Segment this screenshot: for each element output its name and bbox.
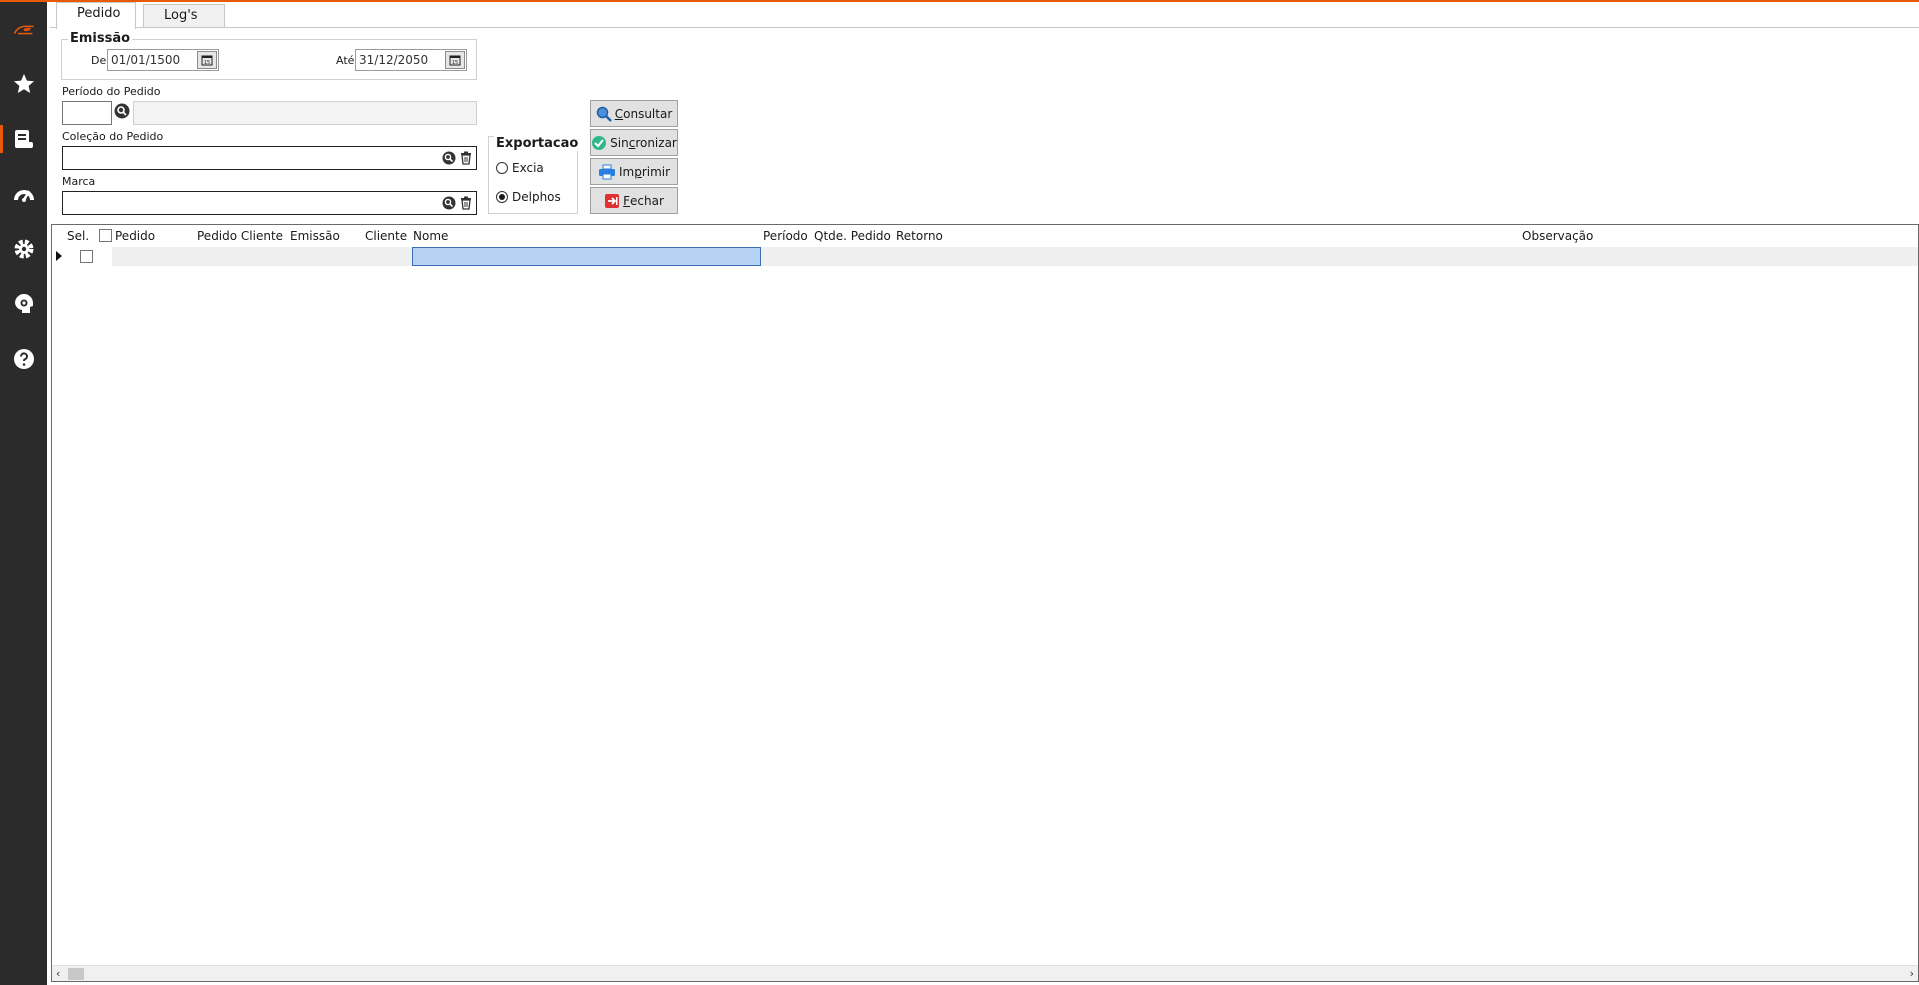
- scroll-thumb[interactable]: [68, 968, 84, 980]
- emissao-title: Emissão: [68, 31, 133, 46]
- tab-bar: Pedido Log's: [50, 2, 1919, 29]
- col-header-nome[interactable]: Nome: [413, 229, 448, 243]
- radio-delphos-indicator[interactable]: [496, 191, 508, 203]
- search-icon[interactable]: [114, 103, 130, 119]
- table-row[interactable]: [112, 247, 1918, 266]
- consultar-mnemonic: C: [614, 106, 624, 121]
- trash-icon[interactable]: [459, 196, 473, 210]
- svg-text:15: 15: [204, 60, 210, 66]
- row-indicator-icon: [56, 251, 62, 261]
- radio-excia-indicator[interactable]: [496, 162, 508, 174]
- de-date-value: 01/01/1500: [111, 53, 181, 67]
- fechar-label: echar: [630, 193, 664, 208]
- exportacao-title: Exportacao: [494, 136, 581, 151]
- col-header-sel[interactable]: Sel.: [67, 229, 89, 243]
- col-header-periodo[interactable]: Período: [763, 229, 808, 243]
- logo-icon[interactable]: [0, 10, 47, 50]
- radio-excia-label: Excia: [512, 161, 544, 175]
- help-icon[interactable]: [0, 339, 47, 379]
- svg-text:15: 15: [452, 60, 458, 66]
- marca-input[interactable]: [62, 191, 477, 215]
- ate-label: Até: [336, 54, 355, 67]
- star-icon[interactable]: [0, 64, 47, 104]
- imprimir-label-rest: rimir: [641, 164, 671, 179]
- scroll-right-icon[interactable]: ›: [1910, 967, 1914, 981]
- calendar-icon[interactable]: 15: [445, 51, 465, 69]
- fechar-button[interactable]: Fechar: [590, 187, 678, 214]
- col-header-emissao[interactable]: Emissão: [290, 229, 340, 243]
- periodo-code-input[interactable]: [62, 101, 112, 125]
- tab-pedido[interactable]: Pedido: [56, 2, 136, 29]
- scroll-left-icon[interactable]: ‹: [56, 967, 60, 981]
- col-header-observacao[interactable]: Observação: [1522, 229, 1593, 243]
- imprimir-mnemonic: p: [634, 164, 642, 179]
- trash-icon[interactable]: [459, 151, 473, 165]
- imprimir-button[interactable]: Im p rimir: [590, 158, 678, 185]
- imprimir-label-pre: Im: [618, 164, 635, 179]
- col-header-pedido[interactable]: Pedido: [115, 229, 155, 243]
- de-date-field[interactable]: 01/01/1500 15: [107, 49, 219, 71]
- sync-icon: [592, 135, 607, 150]
- periodo-description: [133, 101, 477, 125]
- search-icon: [596, 106, 612, 122]
- sincronizar-label-rest: ronizar: [635, 135, 677, 150]
- printer-icon: [598, 164, 615, 179]
- col-header-qtde-pedido[interactable]: Qtde. Pedido: [814, 229, 891, 243]
- marca-label: Marca: [62, 175, 96, 188]
- radio-delphos[interactable]: Delphos: [496, 190, 561, 204]
- selected-cell-nome[interactable]: [412, 247, 761, 266]
- sincronizar-button[interactable]: Sin c ronizar: [590, 129, 678, 156]
- sincronizar-label-pre: Sin: [610, 135, 629, 150]
- consultar-button[interactable]: Consultar: [590, 100, 678, 127]
- settings-profile-icon[interactable]: [0, 284, 47, 324]
- col-header-cliente[interactable]: Cliente: [365, 229, 407, 243]
- exit-icon: [605, 193, 620, 208]
- fechar-mnemonic: F: [623, 193, 631, 208]
- consultar-label: onsultar: [623, 106, 673, 121]
- tab-logs[interactable]: Log's: [143, 4, 225, 28]
- search-icon[interactable]: [442, 196, 456, 210]
- radio-excia[interactable]: Excia: [496, 161, 544, 175]
- radio-delphos-label: Delphos: [512, 190, 561, 204]
- gear-icon[interactable]: [0, 229, 47, 269]
- col-header-retorno[interactable]: Retorno: [896, 229, 943, 243]
- periodo-label: Período do Pedido: [62, 85, 161, 98]
- row-select-checkbox[interactable]: [80, 250, 93, 263]
- pedidos-grid[interactable]: Sel. Pedido Pedido Cliente Emissão Clien…: [51, 224, 1919, 982]
- sincronizar-mnemonic: c: [628, 135, 636, 150]
- ate-date-value: 31/12/2050: [359, 53, 429, 67]
- colecao-input[interactable]: [62, 146, 477, 170]
- sidebar: [0, 2, 47, 985]
- ate-date-field[interactable]: 31/12/2050 15: [355, 49, 467, 71]
- select-all-checkbox[interactable]: [99, 229, 112, 242]
- dashboard-icon[interactable]: [0, 174, 47, 214]
- calendar-icon[interactable]: 15: [197, 51, 217, 69]
- horizontal-scrollbar[interactable]: ‹ ›: [52, 965, 1918, 981]
- search-icon[interactable]: [442, 151, 456, 165]
- tab-divider: [50, 27, 1919, 28]
- de-label: De: [91, 54, 107, 67]
- document-icon[interactable]: [0, 119, 47, 159]
- col-header-pedido-cliente[interactable]: Pedido Cliente: [197, 229, 283, 243]
- colecao-label: Coleção do Pedido: [62, 130, 164, 143]
